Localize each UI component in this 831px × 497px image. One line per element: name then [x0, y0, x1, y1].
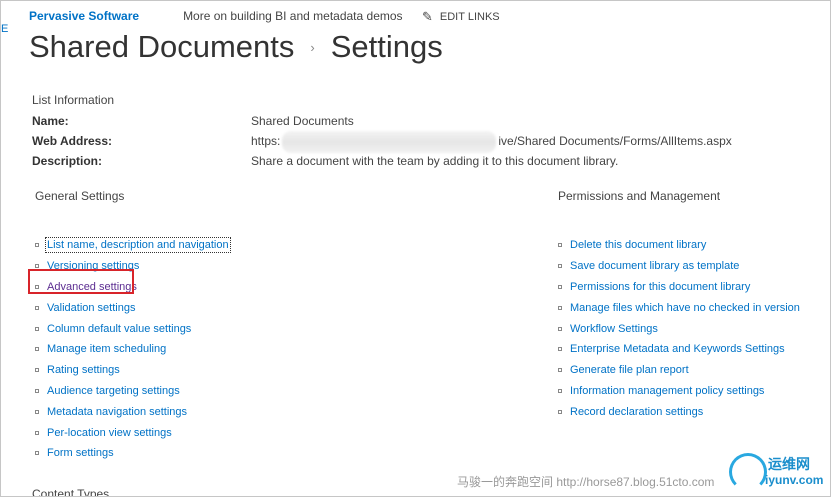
list-item: Delete this document library [558, 235, 800, 256]
link-manage-item-scheduling[interactable]: Manage item scheduling [47, 343, 166, 355]
bullet-icon [35, 326, 39, 331]
bullet-icon [558, 409, 562, 414]
breadcrumb-separator-icon: › [310, 40, 315, 55]
list-item: Manage files which have no checked in ve… [558, 297, 800, 318]
site-title-link[interactable]: Pervasive Software [29, 9, 139, 23]
list-item: Generate file plan report [558, 360, 800, 381]
page-title: Shared Documents › Settings [29, 29, 443, 65]
bullet-icon [35, 368, 39, 373]
breadcrumb-current-page: Settings [330, 29, 443, 64]
description-label: Description: [32, 154, 103, 168]
advanced-settings-highlight-box [28, 269, 134, 294]
bullet-icon [35, 243, 39, 248]
logo-en-text: iyunv.com [765, 473, 824, 487]
link-audience-targeting-settings[interactable]: Audience targeting settings [47, 385, 180, 397]
link-manage-unchecked-files[interactable]: Manage files which have no checked in ve… [570, 302, 800, 314]
link-form-settings[interactable]: Form settings [47, 447, 114, 459]
list-item: Metadata navigation settings [35, 401, 229, 422]
link-delete-document-library[interactable]: Delete this document library [570, 239, 706, 251]
watermark-logo: 运维网 iyunv.com [719, 449, 827, 495]
breadcrumb-library[interactable]: Shared Documents [29, 29, 294, 64]
bullet-icon [558, 243, 562, 248]
edit-links-button[interactable]: ✎ EDIT LINKS [422, 9, 500, 25]
bullet-icon [35, 451, 39, 456]
link-generate-file-plan-report[interactable]: Generate file plan report [570, 364, 689, 376]
link-workflow-settings[interactable]: Workflow Settings [570, 323, 658, 335]
bullet-icon [558, 368, 562, 373]
logo-ring-icon [729, 453, 767, 491]
name-label: Name: [32, 114, 69, 128]
settings-page: E Pervasive Software More on building BI… [0, 0, 831, 497]
link-per-location-view-settings[interactable]: Per-location view settings [47, 427, 172, 439]
redacted-url-segment [282, 131, 497, 153]
link-rating-settings[interactable]: Rating settings [47, 364, 120, 376]
list-item: Rating settings [35, 360, 229, 381]
bullet-icon [35, 264, 39, 269]
bullet-icon [558, 305, 562, 310]
web-address-suffix: ive/Shared Documents/Forms/AllItems.aspx [498, 134, 732, 149]
web-address-value: https: ive/Shared Documents/Forms/AllItem… [251, 131, 732, 153]
list-item: Form settings [35, 443, 229, 464]
list-item: Information management policy settings [558, 381, 800, 402]
list-item: Record declaration settings [558, 401, 800, 422]
link-information-management-policy[interactable]: Information management policy settings [570, 385, 764, 397]
bullet-icon [558, 347, 562, 352]
bullet-icon [558, 388, 562, 393]
link-column-default-value-settings[interactable]: Column default value settings [47, 323, 191, 335]
web-address-prefix: https: [251, 134, 281, 149]
list-item: Per-location view settings [35, 422, 229, 443]
watermark-text: 马骏一的奔跑空间 http://horse87.blog.51cto.com [457, 475, 715, 489]
edit-links-label: EDIT LINKS [439, 11, 500, 23]
logo-cn-text: 运维网 [768, 456, 810, 472]
general-settings-header: General Settings [35, 189, 125, 203]
link-list-name-description-navigation[interactable]: List name, description and navigation [45, 237, 231, 254]
link-metadata-navigation-settings[interactable]: Metadata navigation settings [47, 406, 187, 418]
permissions-management-header: Permissions and Management [558, 189, 721, 203]
list-item: Column default value settings [35, 318, 229, 339]
name-value: Shared Documents [251, 114, 354, 128]
list-information-header: List Information [32, 93, 115, 107]
list-item: Permissions for this document library [558, 277, 800, 298]
permissions-management-list: Delete this document library Save docume… [558, 235, 800, 422]
top-navigation: Pervasive Software More on building BI a… [29, 7, 403, 25]
list-item: Workflow Settings [558, 318, 800, 339]
bullet-icon [558, 284, 562, 289]
pencil-icon: ✎ [422, 9, 433, 24]
topnav-link-bi-demos[interactable]: More on building BI and metadata demos [183, 9, 402, 23]
bullet-icon [35, 430, 39, 435]
list-item: Manage item scheduling [35, 339, 229, 360]
description-value: Share a document with the team by adding… [251, 154, 619, 168]
list-item: Audience targeting settings [35, 381, 229, 402]
link-record-declaration-settings[interactable]: Record declaration settings [570, 406, 703, 418]
bullet-icon [35, 388, 39, 393]
list-item: Validation settings [35, 297, 229, 318]
web-address-label: Web Address: [32, 134, 113, 148]
list-item: List name, description and navigation [35, 235, 231, 256]
link-enterprise-metadata-keywords[interactable]: Enterprise Metadata and Keywords Setting… [570, 343, 785, 355]
bullet-icon [35, 347, 39, 352]
bullet-icon [35, 409, 39, 414]
list-item: Enterprise Metadata and Keywords Setting… [558, 339, 800, 360]
bullet-icon [558, 264, 562, 269]
bullet-icon [558, 326, 562, 331]
link-validation-settings[interactable]: Validation settings [47, 302, 135, 314]
link-permissions[interactable]: Permissions for this document library [570, 281, 750, 293]
bullet-icon [35, 305, 39, 310]
link-save-as-template[interactable]: Save document library as template [570, 260, 739, 272]
list-item: Save document library as template [558, 256, 800, 277]
left-edge-mark: E [1, 23, 9, 35]
content-types-header: Content Types [32, 487, 110, 497]
